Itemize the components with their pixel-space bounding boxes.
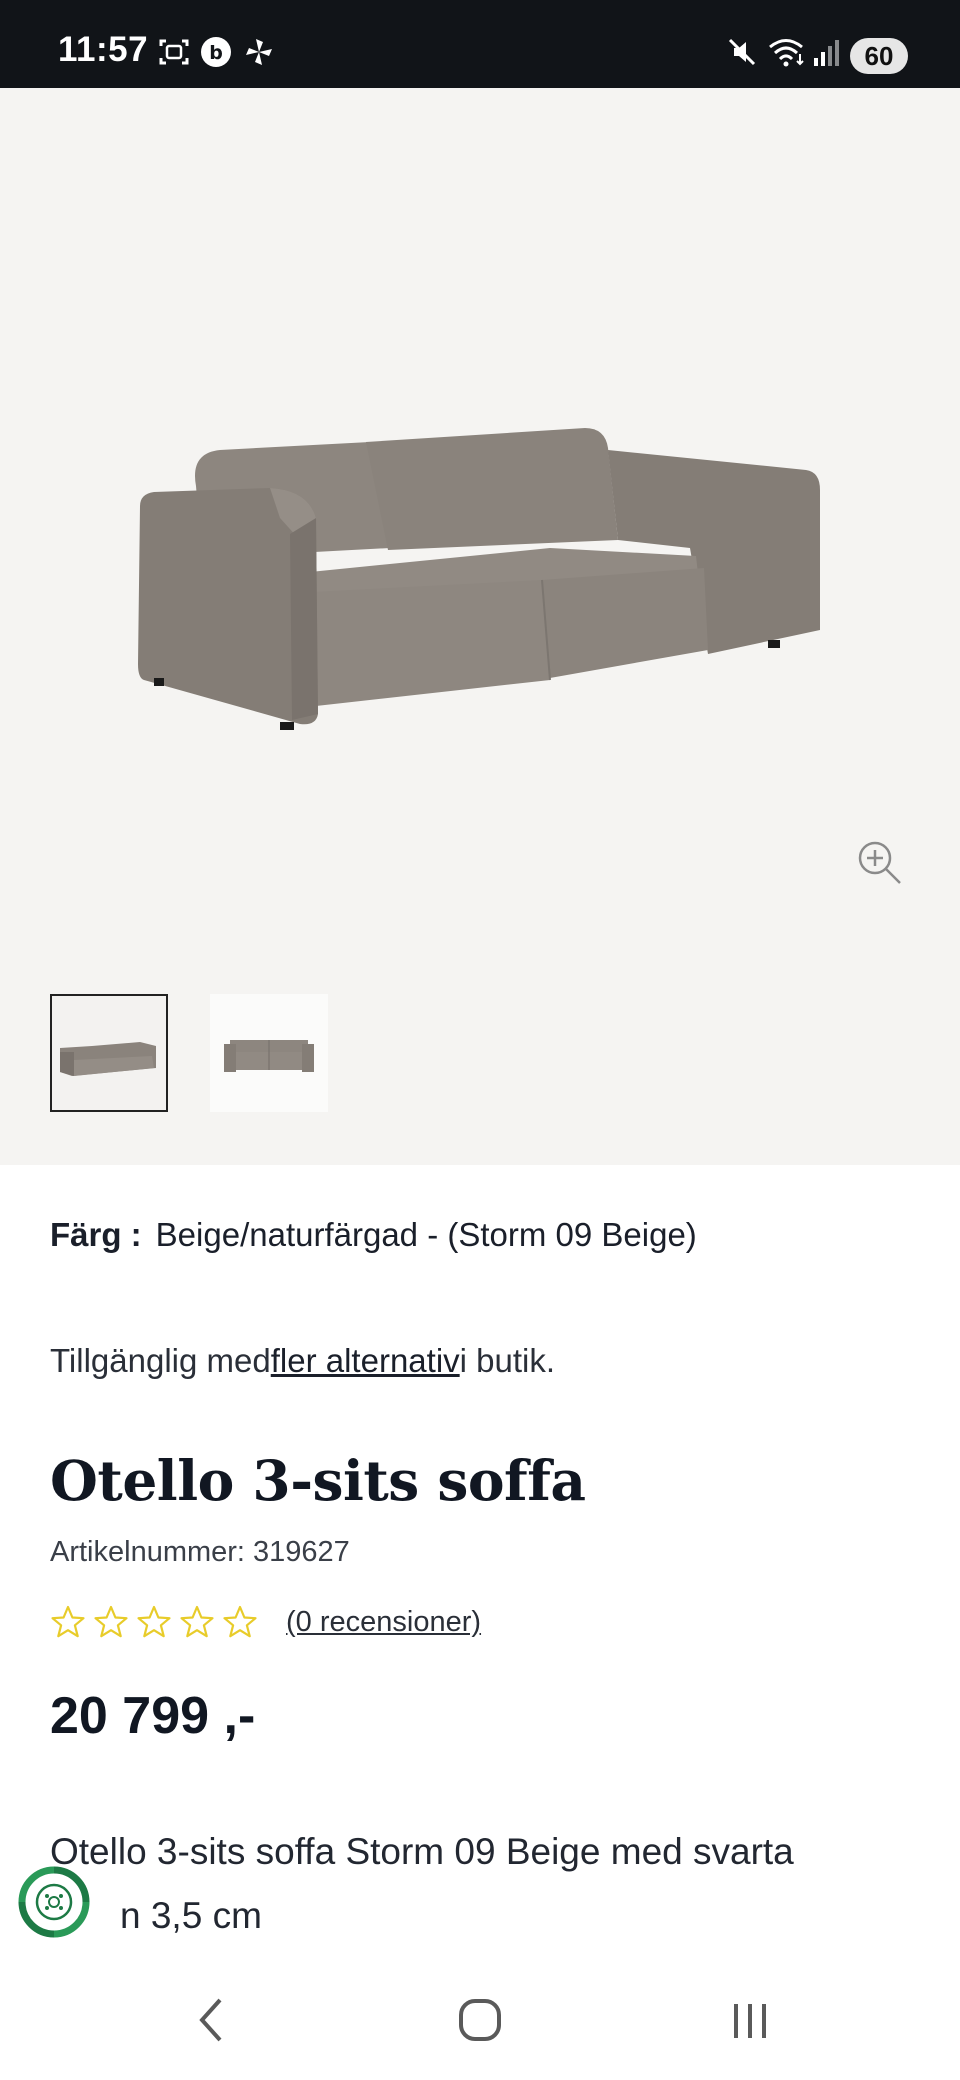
- svg-text:b: b: [209, 42, 223, 64]
- mute-icon: [728, 38, 756, 66]
- star-icon: [137, 1605, 171, 1638]
- recents-icon[interactable]: [726, 1990, 774, 2050]
- status-bar: 11:57 b 60: [0, 0, 960, 88]
- zoom-in-icon[interactable]: [855, 838, 905, 888]
- thumbnail-1-image: [60, 1042, 156, 1076]
- availability-prefix: Tillgänglig med: [50, 1342, 271, 1379]
- color-row: Färg : Beige/naturfärgad - (Storm 09 Beig…: [50, 1216, 697, 1254]
- thumbnail-2[interactable]: [210, 994, 328, 1112]
- back-icon[interactable]: [190, 1990, 230, 2050]
- star-icon: [180, 1605, 214, 1638]
- article-number: Artikelnummer: 319627: [50, 1536, 350, 1568]
- color-value: Beige/naturfärgad - (Storm 09 Beige): [155, 1216, 697, 1253]
- screenshot-icon: [159, 39, 189, 65]
- signal-icon: [814, 40, 839, 66]
- battery-indicator: 60: [850, 38, 908, 74]
- star-icon: [94, 1605, 128, 1638]
- description-line-1: Otello 3-sits soffa Storm 09 Beige med s…: [50, 1831, 794, 1872]
- star-icon: [223, 1605, 257, 1638]
- product-gallery: [0, 88, 960, 1165]
- wifi-icon: [769, 39, 804, 67]
- more-options-link[interactable]: fler alternativ: [271, 1342, 460, 1379]
- availability-text: Tillgänglig medfler alternativi butik.: [50, 1342, 555, 1380]
- recycle-sofa-icon: [18, 1866, 90, 1938]
- description-line-2-text: n 3,5 cm: [120, 1895, 262, 1936]
- eco-badge[interactable]: [16, 1864, 92, 1940]
- status-time: 11:57: [58, 30, 149, 69]
- rating-stars[interactable]: [50, 1604, 260, 1644]
- b-app-icon: b: [201, 37, 231, 67]
- home-icon[interactable]: [456, 1990, 504, 2050]
- system-nav-bar: [0, 1960, 960, 2080]
- product-title: Otello 3-sits soffa: [50, 1448, 586, 1513]
- pinwheel-icon: [246, 39, 272, 65]
- price: 20 799 ,-: [50, 1687, 256, 1745]
- description-line-2: n 3,5 cm: [50, 1884, 910, 1948]
- sofa-hero-image[interactable]: [130, 358, 830, 748]
- thumbnail-2-image: [224, 1040, 314, 1072]
- color-label: Färg :: [50, 1216, 142, 1253]
- availability-suffix: i butik.: [459, 1342, 556, 1379]
- star-icon: [51, 1605, 85, 1638]
- thumbnail-1[interactable]: [50, 994, 168, 1112]
- reviews-link[interactable]: (0 recensioner): [286, 1606, 481, 1639]
- product-description: Otello 3-sits soffa Storm 09 Beige med s…: [50, 1820, 910, 1948]
